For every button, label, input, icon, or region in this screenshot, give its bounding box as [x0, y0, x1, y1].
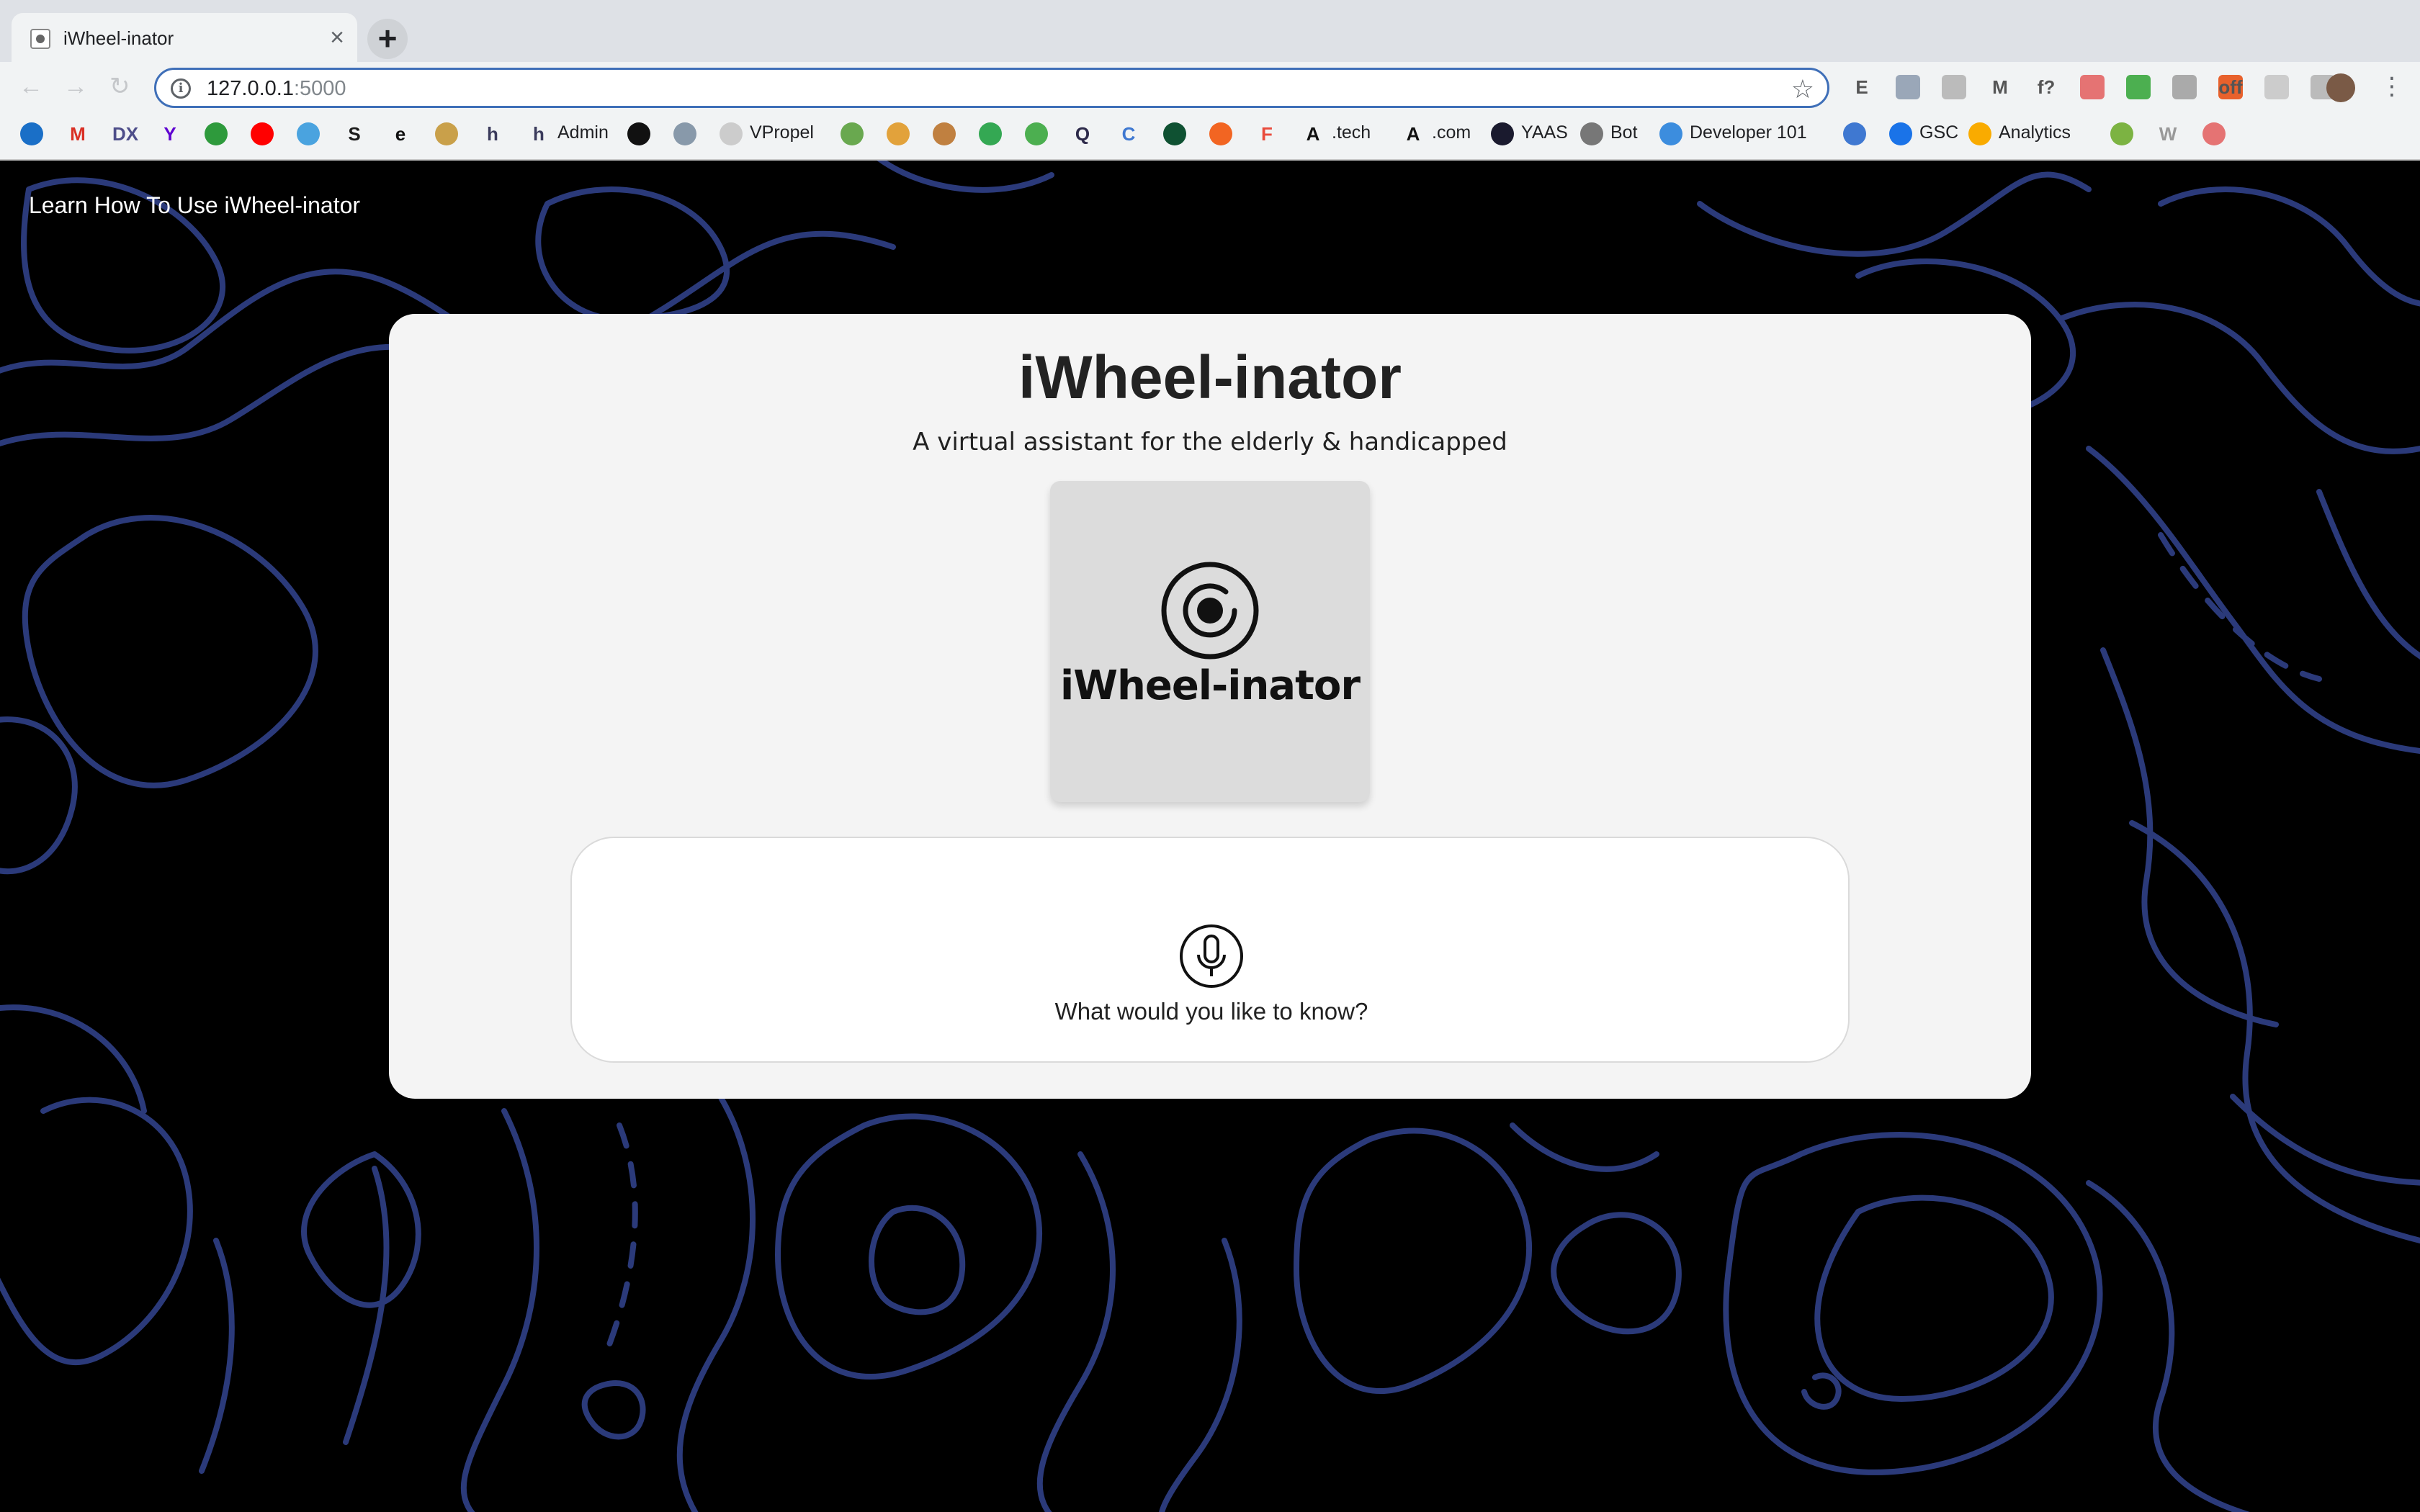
bot-icon[interactable]	[1580, 122, 1603, 145]
back-icon[interactable]: ←	[19, 72, 43, 101]
cards-icon[interactable]	[435, 122, 458, 145]
profile-avatar[interactable]	[2326, 73, 2355, 102]
tab-strip: iWheel-inator × +	[0, 0, 2420, 62]
bookmark-label[interactable]: Analytics	[1999, 122, 2071, 143]
pumpkin-icon[interactable]	[887, 122, 910, 145]
wheel-logo-icon	[1161, 562, 1259, 660]
v-icon[interactable]	[1163, 122, 1186, 145]
hand-icon[interactable]	[933, 122, 956, 145]
bookmark-label[interactable]: VPropel	[750, 122, 814, 143]
browser-toolbar: ← → ↻ i 127.0.0.1:5000 ☆ E Mf? off ⋮	[0, 62, 2420, 112]
green-1-icon[interactable]	[205, 122, 228, 145]
tb-icon[interactable]	[841, 122, 864, 145]
tab-title: iWheel-inator	[63, 27, 174, 49]
reload-icon[interactable]: ↻	[109, 72, 130, 101]
extension-3-icon[interactable]	[1942, 75, 1966, 99]
voice-input-area[interactable]: What would you like to know?	[570, 837, 1850, 1063]
bookmark-label[interactable]: Admin	[557, 122, 609, 143]
bookmark-label[interactable]: Developer 101	[1690, 122, 1807, 143]
q-icon[interactable]: Q	[1071, 122, 1094, 145]
check-icon[interactable]	[1843, 122, 1866, 145]
a-tech-icon[interactable]: A	[1301, 122, 1325, 145]
assistant-card: iWheel-inator A virtual assistant for th…	[389, 314, 2031, 1099]
learn-how-link[interactable]: Learn How To Use iWheel-inator	[29, 192, 360, 219]
address-bar[interactable]: i 127.0.0.1:5000 ☆	[154, 68, 1829, 108]
youtube-icon[interactable]	[251, 122, 274, 145]
page-content: Learn How To Use iWheel-inator iWheel-in…	[0, 161, 2420, 1512]
page-title: iWheel-inator	[1018, 343, 1402, 411]
tab-close-icon[interactable]: ×	[330, 23, 344, 52]
menu-kebab-icon[interactable]: ⋮	[2380, 72, 2404, 101]
dx-icon[interactable]: DX	[112, 122, 138, 145]
gmail-icon[interactable]: M	[66, 122, 89, 145]
bookmark-label[interactable]: .tech	[1332, 122, 1371, 143]
bookmark-label[interactable]: Bot	[1610, 122, 1638, 143]
robot-icon[interactable]	[673, 122, 696, 145]
bookmark-label[interactable]: .com	[1432, 122, 1471, 143]
page-subtitle: A virtual assistant for the elderly & ha…	[913, 428, 1507, 456]
h-icon[interactable]: h	[481, 122, 504, 145]
bookmark-star-icon[interactable]: ☆	[1791, 74, 1814, 104]
new-tab-button[interactable]: +	[367, 19, 408, 59]
extension-1-icon[interactable]: E	[1850, 75, 1874, 99]
w3-icon[interactable]	[1025, 122, 1048, 145]
a-com-icon[interactable]: A	[1402, 122, 1425, 145]
yaas-icon[interactable]	[1491, 122, 1514, 145]
extension-5-icon[interactable]: f?	[2034, 75, 2058, 99]
extension-2-icon[interactable]	[1896, 75, 1920, 99]
microphone-icon[interactable]	[1178, 923, 1245, 989]
extension-7-icon[interactable]	[2126, 75, 2151, 99]
browser-chrome: iWheel-inator × + ← → ↻ i 127.0.0.1:5000…	[0, 0, 2420, 161]
url-text[interactable]: 127.0.0.1:5000	[207, 77, 346, 101]
green-dot-icon[interactable]	[979, 122, 1002, 145]
yahoo-icon[interactable]: Y	[158, 122, 182, 145]
site-info-icon[interactable]: i	[171, 78, 191, 99]
gear-green-icon[interactable]	[2110, 122, 2133, 145]
h-admin-icon[interactable]: h	[527, 122, 550, 145]
extension-8-icon[interactable]	[2172, 75, 2197, 99]
tab-favicon-icon	[30, 29, 50, 49]
s-icon[interactable]: S	[343, 122, 366, 145]
forward-icon[interactable]: →	[63, 72, 88, 101]
c-icon[interactable]: C	[1117, 122, 1140, 145]
extension-4-icon[interactable]: M	[1988, 75, 2012, 99]
extension-10-icon[interactable]	[2264, 75, 2289, 99]
extension-9-icon[interactable]: off	[2218, 75, 2243, 99]
bookmark-label[interactable]: GSC	[1919, 122, 1958, 143]
f-icon[interactable]: F	[1255, 122, 1278, 145]
gsc-icon[interactable]	[1889, 122, 1912, 145]
voice-prompt: What would you like to know?	[1054, 998, 1368, 1025]
analytics-icon[interactable]	[1968, 122, 1991, 145]
bird-icon[interactable]	[297, 122, 320, 145]
logo-box: iWheel-inator	[1050, 481, 1370, 802]
e-icon[interactable]: e	[389, 122, 412, 145]
extension-6-icon[interactable]	[2080, 75, 2105, 99]
bookmarks-bar: M DX Y Se h h Admin VPropel Q C F A .tech A .com YAAS Bo…	[0, 112, 2420, 156]
azure-icon[interactable]	[20, 122, 43, 145]
w-icon[interactable]: W	[2156, 122, 2179, 145]
github-icon[interactable]	[627, 122, 650, 145]
b-icon[interactable]	[1209, 122, 1232, 145]
heart-icon[interactable]	[2202, 122, 2226, 145]
bookmark-label[interactable]: YAAS	[1521, 122, 1568, 143]
tab-iwheel-inator[interactable]: iWheel-inator ×	[12, 13, 357, 62]
logo-wordmark: iWheel-inator	[1060, 662, 1361, 709]
developer-icon[interactable]	[1659, 122, 1682, 145]
vpropel-icon[interactable]	[720, 122, 743, 145]
